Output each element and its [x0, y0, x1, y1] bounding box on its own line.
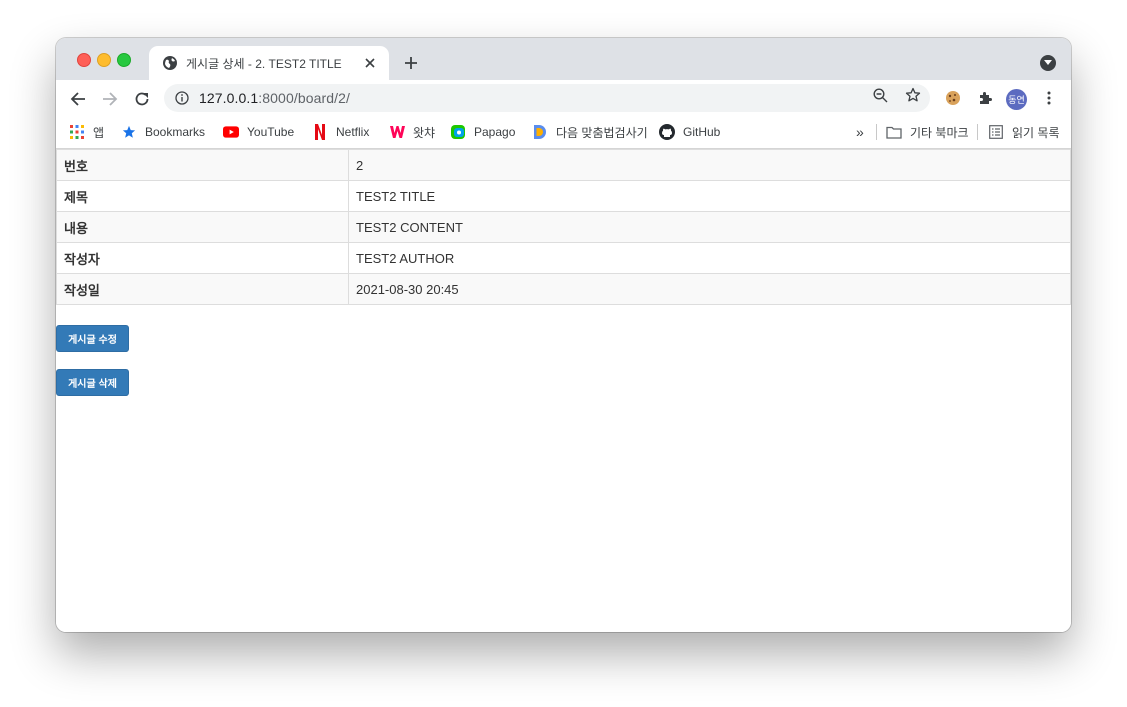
extensions-button[interactable]	[975, 88, 995, 108]
row-value: 2021-08-30 20:45	[348, 273, 1071, 305]
url-host: 127.0.0.1	[199, 90, 259, 106]
row-label: 작성일	[56, 273, 349, 305]
bookmark-youtube[interactable]: YouTube	[223, 122, 294, 142]
row-value: TEST2 AUTHOR	[348, 242, 1071, 274]
active-tab[interactable]: 게시글 상세 - 2. TEST2 TITLE	[149, 46, 389, 80]
apps-grid-icon	[69, 124, 85, 140]
tab-title: 게시글 상세 - 2. TEST2 TITLE	[186, 56, 342, 71]
reload-icon	[135, 92, 149, 106]
page-content: 번호 2 제목 TEST2 TITLE 내용 TEST2 CONTENT 작성자…	[56, 149, 1071, 632]
zoom-out-icon	[872, 87, 887, 102]
table-row: 내용 TEST2 CONTENT	[56, 211, 1071, 243]
info-icon[interactable]	[175, 91, 189, 105]
more-vertical-icon	[1047, 91, 1051, 105]
daum-icon	[532, 124, 548, 140]
puzzle-icon	[980, 92, 992, 104]
star-icon	[121, 124, 137, 140]
table-row: 번호 2	[56, 149, 1071, 181]
bookmark-watcha[interactable]: 왓챠	[389, 122, 435, 142]
edit-post-button[interactable]: 게시글 수정	[56, 325, 129, 352]
table-row: 제목 TEST2 TITLE	[56, 180, 1071, 212]
bookmarks-bar: 앱 Bookmarks YouTube Netflix 왓챠 Papago 다음…	[56, 116, 1071, 149]
reading-list-button[interactable]: 읽기 목록	[988, 122, 1060, 142]
bookmark-label: YouTube	[247, 125, 295, 139]
bookmarks-overflow-button[interactable]: »	[856, 122, 864, 142]
bookmark-label: Bookmarks	[145, 125, 206, 139]
watcha-icon	[389, 124, 405, 140]
star-icon	[905, 87, 921, 102]
url-text: 127.0.0.1:8000/board/2/	[199, 90, 350, 106]
arrow-right-icon	[103, 92, 118, 106]
delete-post-button[interactable]: 게시글 삭제	[56, 369, 129, 396]
title-bar: 게시글 상세 - 2. TEST2 TITLE	[56, 38, 1071, 80]
bookmark-apps[interactable]: 앱	[69, 122, 104, 142]
papago-icon	[450, 124, 466, 140]
reading-list-icon	[988, 124, 1004, 140]
bookmark-label: 앱	[93, 125, 105, 140]
bookmark-label: 읽기 목록	[1012, 125, 1060, 140]
netflix-icon	[312, 124, 328, 140]
bookmark-label: 다음 맞춤법검사기	[556, 125, 648, 140]
bookmark-daum-spellcheck[interactable]: 다음 맞춤법검사기	[532, 122, 648, 142]
globe-icon	[163, 56, 177, 70]
zoom-button[interactable]	[871, 86, 889, 104]
youtube-icon	[223, 124, 239, 140]
bookmark-label: 기타 북마크	[910, 125, 969, 140]
reload-button[interactable]	[129, 86, 155, 112]
row-value: 2	[348, 149, 1071, 181]
bookmarks-divider	[876, 124, 877, 140]
cookie-extension-button[interactable]	[943, 88, 963, 108]
back-button[interactable]	[65, 86, 91, 112]
row-value: TEST2 TITLE	[348, 180, 1071, 212]
row-label: 작성자	[56, 242, 349, 274]
new-tab-button[interactable]	[400, 52, 422, 74]
bookmark-bookmarks[interactable]: Bookmarks	[121, 122, 205, 142]
address-bar[interactable]: 127.0.0.1:8000/board/2/	[164, 84, 930, 112]
post-detail-table: 번호 2 제목 TEST2 TITLE 내용 TEST2 CONTENT 작성자…	[56, 149, 1071, 305]
forward-button[interactable]	[97, 86, 123, 112]
table-row: 작성자 TEST2 AUTHOR	[56, 242, 1071, 274]
window-minimize-button[interactable]	[97, 53, 111, 67]
window-close-button[interactable]	[77, 53, 91, 67]
cookie-icon	[946, 91, 960, 105]
tab-search-button[interactable]	[1040, 55, 1056, 71]
arrow-left-icon	[70, 92, 85, 106]
github-icon	[659, 124, 675, 140]
browser-window: 게시글 상세 - 2. TEST2 TITLE 127.0.0.1:8000/b…	[56, 38, 1071, 632]
row-label: 내용	[56, 211, 349, 243]
row-label: 제목	[56, 180, 349, 212]
toolbar: 127.0.0.1:8000/board/2/ 동연	[56, 80, 1071, 116]
bookmark-label: Papago	[474, 125, 516, 139]
bookmarks-divider	[977, 124, 978, 140]
table-row: 작성일 2021-08-30 20:45	[56, 273, 1071, 305]
folder-icon	[886, 124, 902, 140]
row-label: 번호	[56, 149, 349, 181]
tab-close-icon[interactable]	[361, 54, 379, 72]
profile-avatar[interactable]: 동연	[1006, 89, 1027, 110]
bookmark-label: Netflix	[336, 125, 370, 139]
bookmark-label: GitHub	[683, 125, 721, 139]
bookmark-netflix[interactable]: Netflix	[312, 122, 369, 142]
bookmark-papago[interactable]: Papago	[450, 122, 515, 142]
chevron-down-icon	[1044, 60, 1052, 65]
bookmark-other-folder[interactable]: 기타 북마크	[886, 122, 969, 142]
bookmark-label: 왓챠	[413, 125, 436, 140]
window-maximize-button[interactable]	[117, 53, 131, 67]
plus-icon	[405, 57, 417, 69]
bookmark-github[interactable]: GitHub	[659, 122, 720, 142]
bookmark-star-button[interactable]	[904, 86, 922, 104]
url-path: :8000/board/2/	[258, 90, 350, 106]
row-value: TEST2 CONTENT	[348, 211, 1071, 243]
menu-button[interactable]	[1039, 88, 1059, 108]
